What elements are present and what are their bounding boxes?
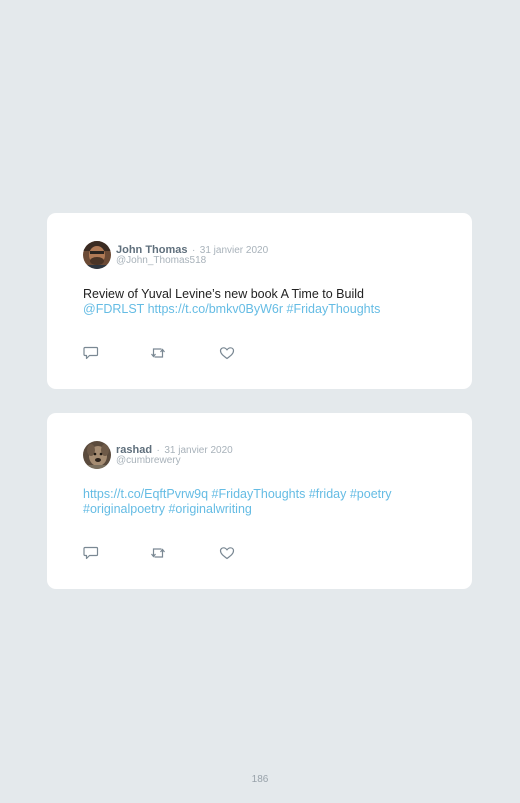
retweet-icon[interactable] xyxy=(150,546,166,560)
hashtag-link[interactable]: #originalpoetry xyxy=(83,502,165,516)
tweet-text: https://t.co/EqftPvrw9q #FridayThoughts … xyxy=(83,487,453,517)
tweet-text-line: Review of Yuval Levine’s new book A Time… xyxy=(83,287,364,301)
avatar[interactable] xyxy=(83,441,111,469)
avatar[interactable] xyxy=(83,241,111,269)
reply-icon[interactable] xyxy=(83,346,99,360)
tweet-card[interactable]: rashad · 31 janvier 2020 @cumbrewery htt… xyxy=(47,413,472,589)
url-link[interactable]: https://t.co/bmkv0ByW6r xyxy=(148,302,283,316)
tweet-card[interactable]: John Thomas · 31 janvier 2020 @John_Thom… xyxy=(47,213,472,389)
retweet-icon[interactable] xyxy=(150,346,166,360)
mention-link[interactable]: @FDRLST xyxy=(83,302,144,316)
man-portrait-avatar-icon xyxy=(83,241,111,269)
page-number: 186 xyxy=(251,774,269,785)
tweet-links-line: https://t.co/EqftPvrw9q #FridayThoughts … xyxy=(83,487,453,502)
like-icon[interactable] xyxy=(219,546,235,560)
tweet-actions xyxy=(83,346,283,360)
tweet-links-line: #originalpoetry #originalwriting xyxy=(83,502,453,517)
hashtag-link[interactable]: #poetry xyxy=(350,487,392,501)
hashtag-link[interactable]: #originalwriting xyxy=(168,502,251,516)
url-link[interactable]: https://t.co/EqftPvrw9q xyxy=(83,487,208,501)
author-handle[interactable]: @John_Thomas518 xyxy=(116,255,206,267)
tweet-date[interactable]: 31 janvier 2020 xyxy=(200,245,268,256)
hashtag-link[interactable]: #FridayThoughts xyxy=(212,487,306,501)
author-handle[interactable]: @cumbrewery xyxy=(116,455,181,467)
tweet-actions xyxy=(83,546,283,560)
hashtag-link[interactable]: #friday xyxy=(309,487,347,501)
tweet-links-line: @FDRLST https://t.co/bmkv0ByW6r #FridayT… xyxy=(83,302,453,317)
reply-icon[interactable] xyxy=(83,546,99,560)
dog-portrait-avatar-icon xyxy=(83,441,111,469)
hashtag-link[interactable]: #FridayThoughts xyxy=(287,302,381,316)
tweet-text: Review of Yuval Levine’s new book A Time… xyxy=(83,287,453,317)
like-icon[interactable] xyxy=(219,346,235,360)
